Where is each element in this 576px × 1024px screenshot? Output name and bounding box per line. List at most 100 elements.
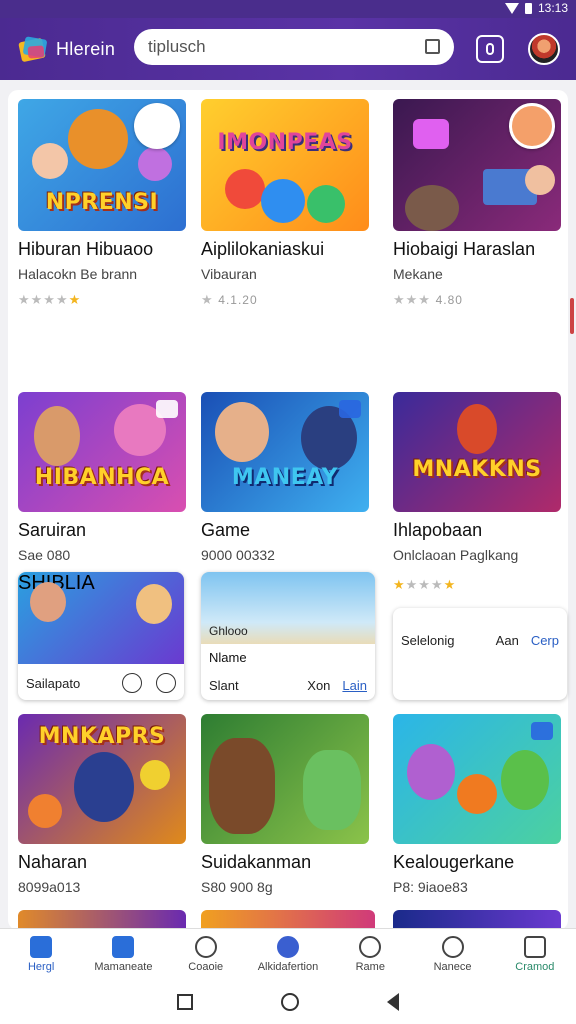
chat-icon xyxy=(194,936,217,958)
game-name: Aiplilokaniaskui xyxy=(201,239,325,259)
status-time: 13:13 xyxy=(537,1,568,15)
game-title-art: IMONPEAS xyxy=(217,130,353,155)
tab-games[interactable]: Mamaneate xyxy=(82,929,164,980)
game-thumbnail[interactable] xyxy=(393,99,561,231)
game-name: Suidakanman xyxy=(201,852,312,872)
game-card[interactable]: Suidakanman S80 900 8g xyxy=(201,714,369,895)
tab-activity[interactable]: Alkidafertion xyxy=(247,929,329,980)
wifi-icon xyxy=(504,2,519,14)
game-name: Hiobaigi Haraslan xyxy=(393,239,536,259)
game-subtitle: Vibauran xyxy=(201,266,257,282)
game-subtitle: Mekane xyxy=(393,266,443,282)
game-thumbnail[interactable]: MNAKKNS xyxy=(393,392,561,512)
tab-profile[interactable]: Cramod xyxy=(494,929,576,980)
tab-rank[interactable]: Rame xyxy=(329,929,411,980)
tab-home[interactable]: Hergl xyxy=(0,929,82,980)
battery-icon xyxy=(524,2,532,14)
game-card[interactable]: IMONPEAS Aiplilokaniaskui Vibauran ★ 4.1… xyxy=(201,99,369,308)
game-card[interactable]: MANEAY Game 9000 00332 xyxy=(201,392,369,563)
promo-action-2[interactable]: Lain xyxy=(342,678,367,693)
lock-icon xyxy=(523,936,546,958)
game-title-art: NPRENSI xyxy=(45,190,159,215)
game-subtitle: Onlclaoan Paglkang xyxy=(393,547,519,563)
game-name: Kealougerkane xyxy=(393,852,515,872)
search-bar[interactable] xyxy=(134,29,454,65)
game-card[interactable]: MNAKKNS Ihlapobaan Onlclaoan Paglkang ★★… xyxy=(393,392,561,593)
game-title-art: MANEAY xyxy=(231,465,339,490)
game-thumbnail[interactable]: MANEAY xyxy=(201,392,369,512)
game-title-art: MNAKKNS xyxy=(412,457,542,482)
notification-button[interactable] xyxy=(476,35,504,63)
avatar[interactable] xyxy=(528,33,560,65)
info-icon[interactable] xyxy=(156,673,176,693)
promo-action-1[interactable]: Aan xyxy=(496,633,519,648)
promo-action-2[interactable]: Cerp xyxy=(531,633,559,648)
promo-action-1[interactable]: Xon xyxy=(307,678,330,693)
game-subtitle: Sae 080 xyxy=(18,547,71,563)
game-name: Naharan xyxy=(18,852,88,872)
app-header: Hlerein xyxy=(0,18,576,80)
promo-card[interactable]: Ghlooo Nlame Slant Xon Lain xyxy=(201,572,375,700)
back-icon[interactable] xyxy=(387,993,399,1011)
game-grid: NPRENSI Hiburan Hibuaoo Halacokn Be bran… xyxy=(8,90,568,928)
recents-icon[interactable] xyxy=(177,994,193,1010)
promo-sub: Slant xyxy=(209,677,239,693)
share-icon[interactable] xyxy=(156,400,178,418)
game-thumbnail[interactable]: NPRENSI xyxy=(18,99,186,231)
avatar-badge-icon xyxy=(509,103,555,149)
game-thumbnail[interactable]: HIBANHCA xyxy=(18,392,186,512)
share-icon[interactable] xyxy=(531,722,553,740)
game-subtitle: P8: 9iaoe83 xyxy=(393,879,468,895)
game-thumbnail[interactable] xyxy=(18,910,186,928)
smile-icon[interactable] xyxy=(122,673,142,693)
search-action-icon[interactable] xyxy=(425,39,440,54)
game-card[interactable]: MNKAPRS Naharan 8099a013 xyxy=(18,714,186,895)
game-card[interactable]: HIBANHCA Saruiran Sae 080 xyxy=(18,392,186,563)
game-thumbnail[interactable] xyxy=(201,714,369,844)
promo-card[interactable]: SHIBLIA Sailapato xyxy=(18,572,184,700)
game-name: Ihlapobaan xyxy=(393,520,483,540)
rating-text: 4.80 xyxy=(435,293,463,307)
games-icon xyxy=(112,936,135,958)
game-subtitle: 9000 00332 xyxy=(201,547,275,563)
game-card[interactable]: Kealougerkane P8: 9iaoe83 xyxy=(393,714,561,895)
promo-card[interactable]: Selelonig Aan Cerp xyxy=(393,608,567,700)
share-icon[interactable] xyxy=(339,400,361,418)
rating-stars: ★★★ 4.80 xyxy=(393,292,463,307)
game-thumbnail[interactable]: IMONPEAS xyxy=(201,99,369,231)
tab-news[interactable]: Nanece xyxy=(411,929,493,980)
game-subtitle: S80 900 8g xyxy=(201,879,273,895)
game-name: Saruiran xyxy=(18,520,87,540)
search-input[interactable] xyxy=(148,37,408,57)
promo-label: Sailapato xyxy=(26,675,81,691)
status-bar: 13:13 xyxy=(0,0,576,18)
home-circle-icon[interactable] xyxy=(281,993,299,1011)
game-card[interactable]: NPRENSI Hiburan Hibuaoo Halacokn Be bran… xyxy=(18,99,186,308)
rating-stars: ★★★★★ xyxy=(18,292,82,307)
rating-stars: ★★★★★ xyxy=(393,577,457,592)
game-subtitle: Halacokn Be brann xyxy=(18,266,138,282)
game-subtitle: 8099a013 xyxy=(18,879,81,895)
content-area[interactable]: NPRENSI Hiburan Hibuaoo Halacokn Be bran… xyxy=(0,80,576,928)
game-title-art: MNKAPRS xyxy=(38,724,166,749)
tab-chat[interactable]: Coaoie xyxy=(165,929,247,980)
game-thumbnail[interactable] xyxy=(393,910,561,928)
activity-icon xyxy=(276,936,299,958)
download-icon xyxy=(359,936,382,958)
promo-thumbnail[interactable]: SHIBLIA xyxy=(18,572,184,664)
game-title-art: HIBANHCA xyxy=(34,465,170,490)
scrollbar[interactable] xyxy=(570,298,574,334)
app-name: Hlerein xyxy=(56,38,116,59)
bottom-tab-bar: Hergl Mamaneate Coaoie Alkidafertion Ram… xyxy=(0,928,576,980)
game-thumbnail[interactable] xyxy=(201,910,375,928)
rating-stars: ★ 4.1.20 xyxy=(201,292,258,307)
game-thumbnail[interactable] xyxy=(393,714,561,844)
emoji-badge-icon xyxy=(134,103,180,149)
system-nav-bar xyxy=(0,980,576,1024)
game-thumbnail[interactable]: MNKAPRS xyxy=(18,714,186,844)
circle-icon xyxy=(441,936,464,958)
promo-thumbnail[interactable]: Ghlooo xyxy=(201,572,375,644)
promo-title: Ghlooo xyxy=(209,624,248,638)
app-logo-icon[interactable] xyxy=(18,34,50,64)
game-card[interactable]: Hiobaigi Haraslan Mekane ★★★ 4.80 xyxy=(393,99,561,308)
